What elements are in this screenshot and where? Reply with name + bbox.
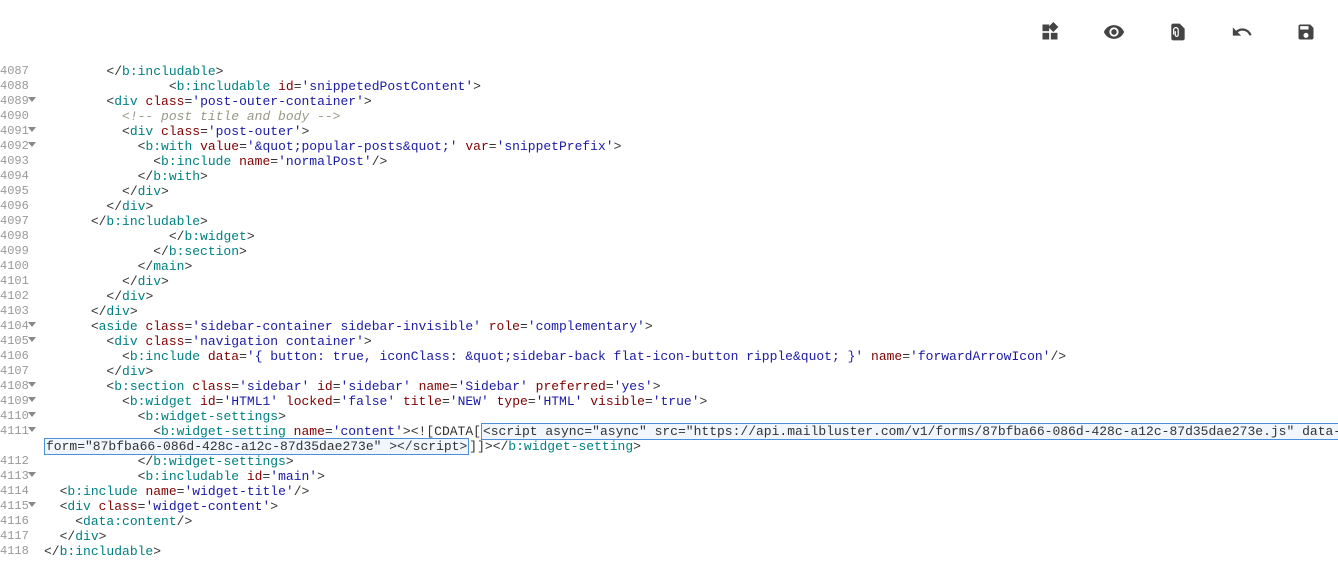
code-area[interactable]: </b:includable> <b:includable id='snippe… [38, 64, 1338, 565]
code-line[interactable]: form="87bfba66-086d-428c-a12c-87d35dae27… [44, 439, 1338, 454]
line-number [0, 439, 36, 454]
line-number: 4105 [0, 334, 36, 349]
toolbar [0, 0, 1338, 64]
line-number: 4092 [0, 139, 36, 154]
code-line[interactable]: </b:widget-settings> [44, 454, 1338, 469]
line-number: 4108 [0, 379, 36, 394]
code-line[interactable]: </div> [44, 184, 1338, 199]
code-line[interactable]: <b:include data='{ button: true, iconCla… [44, 349, 1338, 364]
code-line[interactable]: <b:includable id='snippetedPostContent'> [44, 79, 1338, 94]
code-line[interactable]: </div> [44, 364, 1338, 379]
line-number: 4116 [0, 514, 36, 529]
code-line[interactable]: <div class='navigation container'> [44, 334, 1338, 349]
fold-marker[interactable] [28, 502, 36, 507]
line-number: 4095 [0, 184, 36, 199]
fold-marker[interactable] [28, 322, 36, 327]
code-line[interactable]: </b:includable> [44, 214, 1338, 229]
line-gutter: 4087408840894090409140924093409440954096… [0, 64, 38, 565]
fold-marker[interactable] [28, 412, 36, 417]
line-number: 4111 [0, 424, 36, 439]
undo-icon[interactable] [1230, 20, 1254, 44]
line-number: 4107 [0, 364, 36, 379]
fold-marker[interactable] [28, 127, 36, 132]
code-line[interactable]: </b:widget> [44, 229, 1338, 244]
line-number: 4093 [0, 154, 36, 169]
save-icon[interactable] [1294, 20, 1318, 44]
line-number: 4114 [0, 484, 36, 499]
line-number: 4112 [0, 454, 36, 469]
code-line[interactable]: <b:widget-setting name='content'><![CDAT… [44, 424, 1338, 439]
line-number: 4109 [0, 394, 36, 409]
code-line[interactable]: <b:include name='widget-title'/> [44, 484, 1338, 499]
line-number: 4103 [0, 304, 36, 319]
code-line[interactable]: <div class='widget-content'> [44, 499, 1338, 514]
line-number: 4094 [0, 169, 36, 184]
code-line[interactable]: </div> [44, 304, 1338, 319]
line-number: 4117 [0, 529, 36, 544]
line-number: 4115 [0, 499, 36, 514]
line-number: 4097 [0, 214, 36, 229]
code-line[interactable]: <div class='post-outer-container'> [44, 94, 1338, 109]
code-line[interactable]: <div class='post-outer'> [44, 124, 1338, 139]
code-line[interactable]: <data:content/> [44, 514, 1338, 529]
revert-icon[interactable] [1166, 20, 1190, 44]
code-line[interactable]: </div> [44, 289, 1338, 304]
line-number: 4118 [0, 544, 36, 559]
code-line[interactable]: <b:includable id='main'> [44, 469, 1338, 484]
code-line[interactable]: </main> [44, 259, 1338, 274]
code-line[interactable]: <b:include name='normalPost'/> [44, 154, 1338, 169]
code-line[interactable]: </b:with> [44, 169, 1338, 184]
fold-marker[interactable] [28, 397, 36, 402]
code-line[interactable]: </b:section> [44, 244, 1338, 259]
code-line[interactable]: </div> [44, 529, 1338, 544]
line-number: 4087 [0, 64, 36, 79]
line-number: 4101 [0, 274, 36, 289]
line-number: 4102 [0, 289, 36, 304]
line-number: 4091 [0, 124, 36, 139]
line-number: 4089 [0, 94, 36, 109]
line-number: 4099 [0, 244, 36, 259]
code-line[interactable]: <b:widget id='HTML1' locked='false' titl… [44, 394, 1338, 409]
code-line[interactable]: </b:includable> [44, 544, 1338, 559]
code-line[interactable]: <b:with value='&quot;popular-posts&quot;… [44, 139, 1338, 154]
fold-marker[interactable] [28, 337, 36, 342]
preview-icon[interactable] [1102, 20, 1126, 44]
fold-marker[interactable] [28, 382, 36, 387]
fold-marker[interactable] [28, 142, 36, 147]
code-line[interactable]: </b:includable> [44, 64, 1338, 79]
line-number: 4088 [0, 79, 36, 94]
code-line[interactable]: <aside class='sidebar-container sidebar-… [44, 319, 1338, 334]
fold-marker[interactable] [28, 472, 36, 477]
code-line[interactable]: <b:section class='sidebar' id='sidebar' … [44, 379, 1338, 394]
line-number: 4106 [0, 349, 36, 364]
line-number: 4098 [0, 229, 36, 244]
code-line[interactable]: </div> [44, 199, 1338, 214]
line-number: 4096 [0, 199, 36, 214]
line-number: 4090 [0, 109, 36, 124]
code-editor[interactable]: 4087408840894090409140924093409440954096… [0, 64, 1338, 565]
fold-marker[interactable] [28, 427, 36, 432]
line-number: 4104 [0, 319, 36, 334]
line-number: 4110 [0, 409, 36, 424]
line-number: 4113 [0, 469, 36, 484]
widgets-icon[interactable] [1038, 20, 1062, 44]
line-number: 4100 [0, 259, 36, 274]
fold-marker[interactable] [28, 97, 36, 102]
code-line[interactable]: <b:widget-settings> [44, 409, 1338, 424]
code-line[interactable]: </div> [44, 274, 1338, 289]
code-line[interactable]: <!-- post title and body --> [44, 109, 1338, 124]
